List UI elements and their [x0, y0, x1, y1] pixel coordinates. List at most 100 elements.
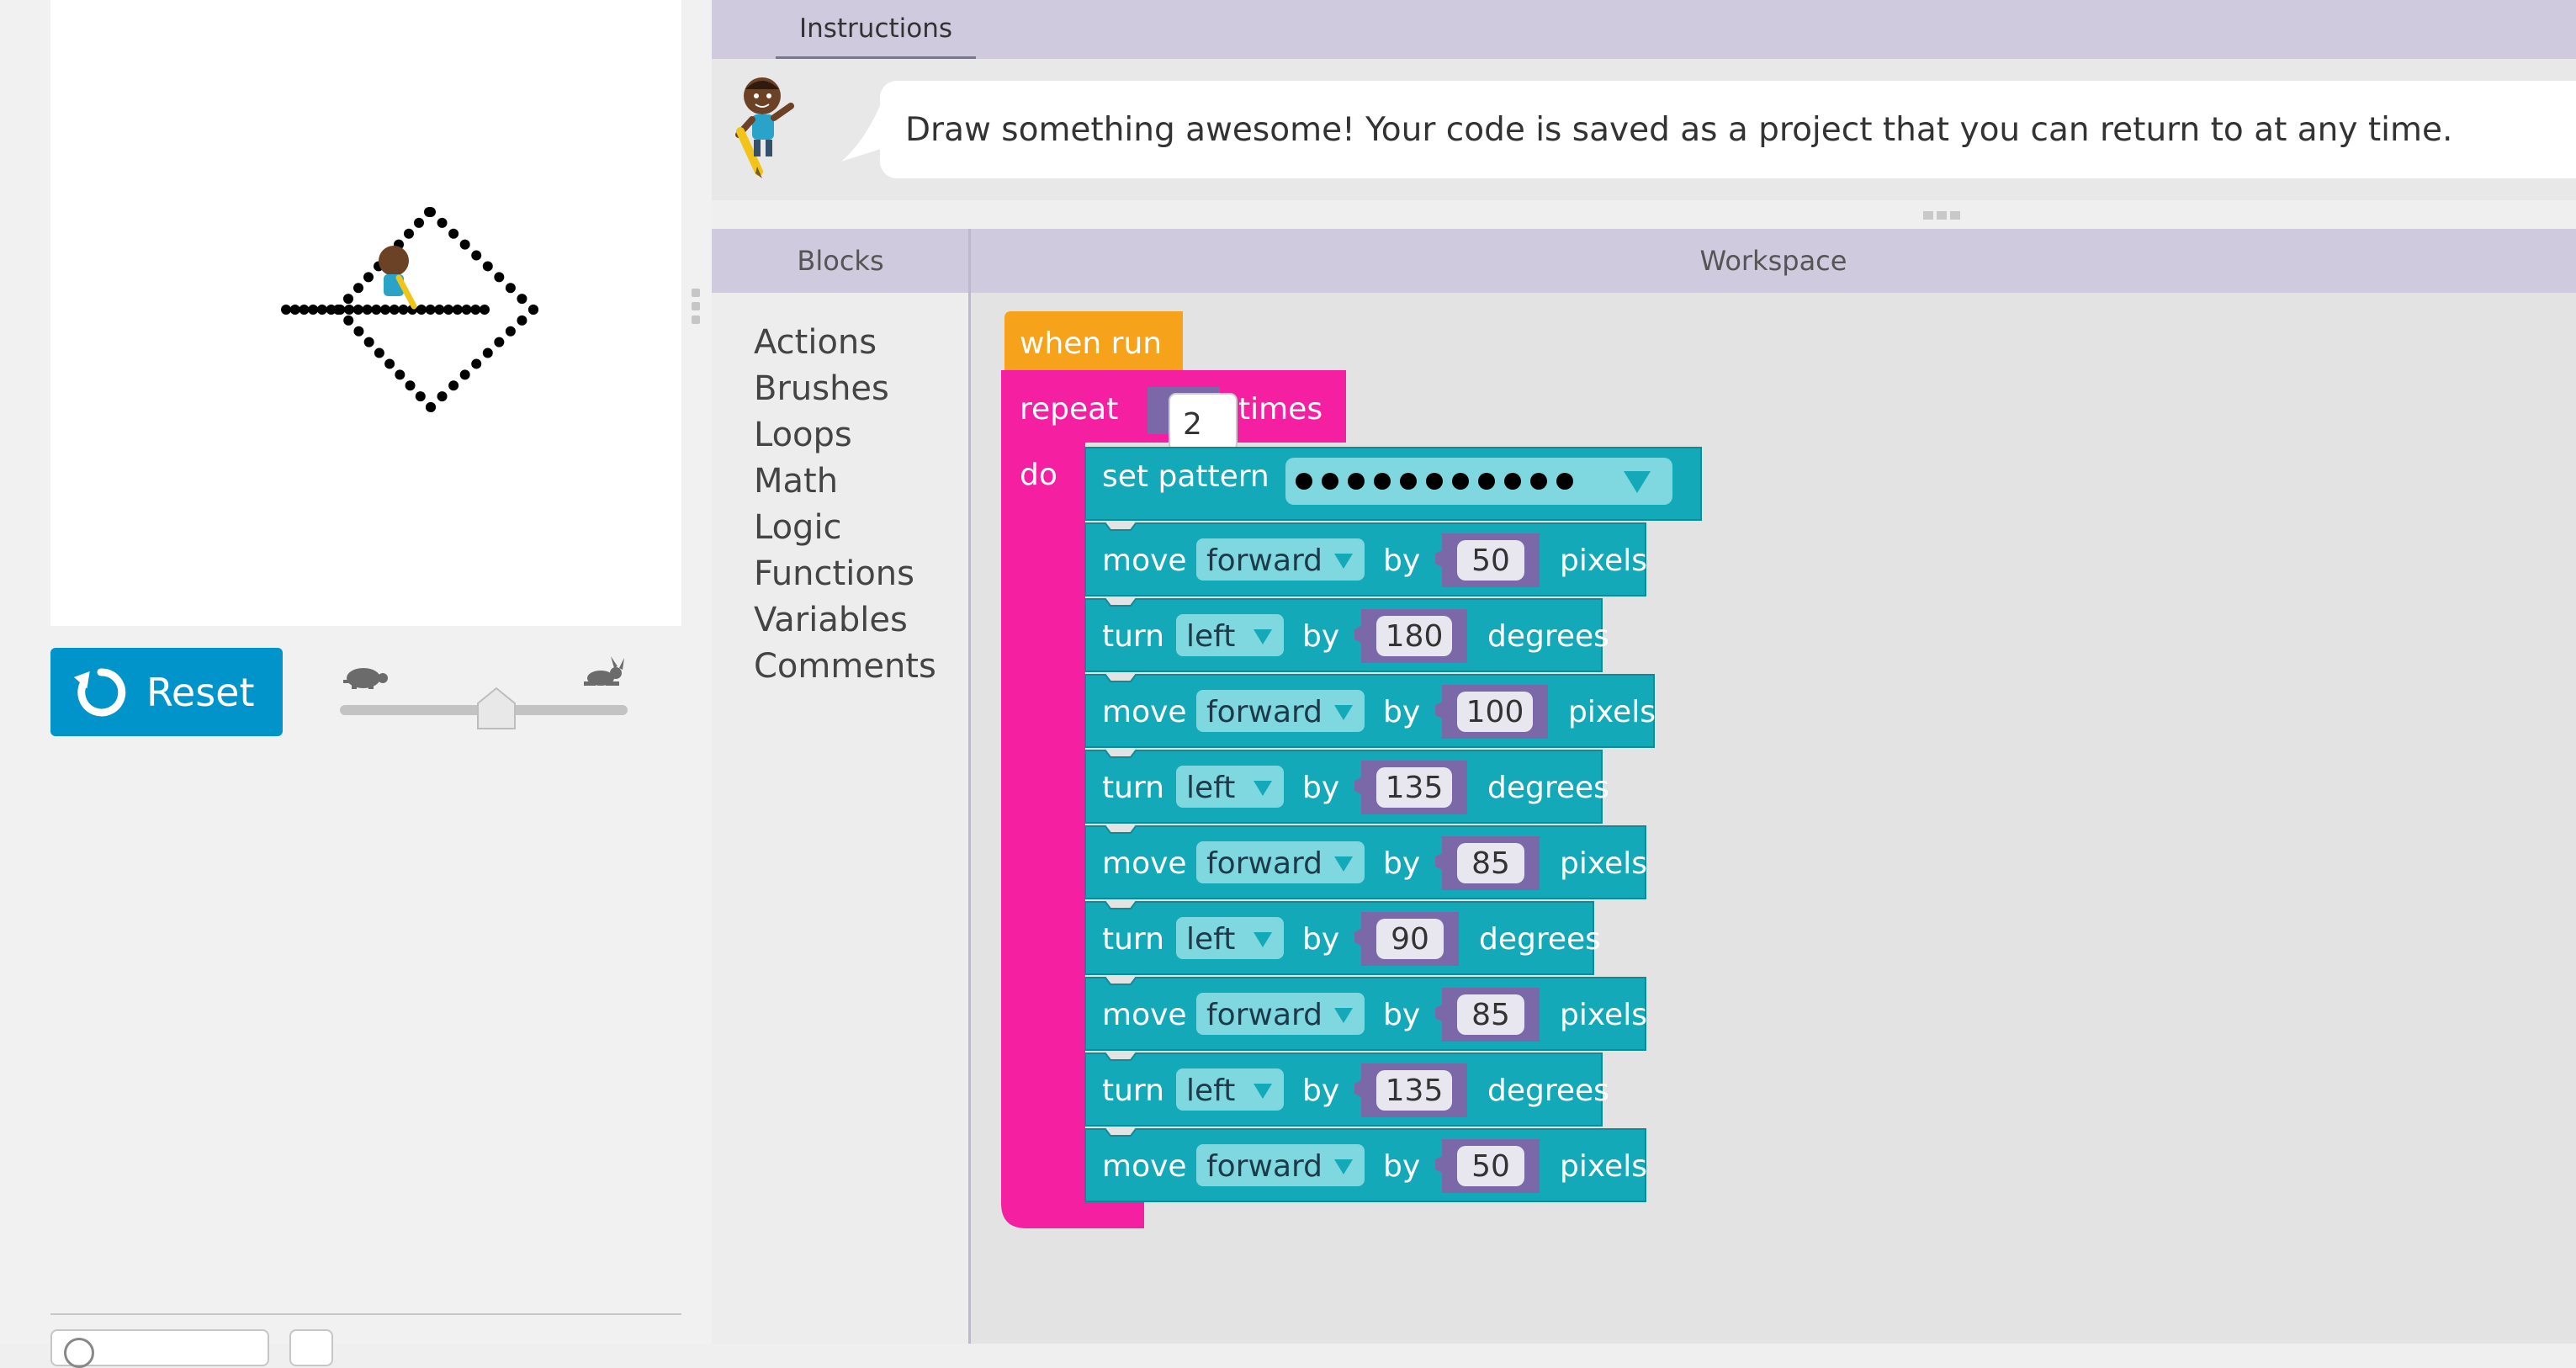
turn-block[interactable]: turn left by 180 degrees [1084, 598, 1609, 672]
speech-bubble-tail [841, 98, 883, 162]
pattern-dot [362, 305, 373, 315]
pattern-preview-dot [1400, 473, 1417, 490]
pattern-preview-dot [1348, 473, 1365, 490]
repeat-count-value[interactable]: 2 [1183, 407, 1202, 442]
dropdown-value: forward [1206, 695, 1322, 729]
block-verb: turn [1102, 771, 1164, 805]
panel-resize-handle[interactable] [690, 289, 702, 331]
tab-instructions[interactable]: Instructions [776, 0, 976, 59]
pattern-preview-dot [1530, 473, 1547, 490]
pattern-preview-dot [1452, 473, 1469, 490]
drawing-canvas [50, 0, 681, 626]
left-panel: Reset [0, 0, 712, 1368]
dropdown-value: left [1186, 619, 1235, 654]
move-block[interactable]: move forward by 85 pixels [1084, 825, 1647, 899]
number-value[interactable]: 135 [1386, 771, 1444, 805]
pattern-preview-dot [1556, 473, 1573, 490]
turn-block[interactable]: turn left by 135 degrees [1084, 1053, 1609, 1127]
number-value[interactable]: 90 [1391, 922, 1429, 957]
number-value[interactable]: 85 [1471, 846, 1510, 881]
pattern-dot [434, 305, 445, 315]
toolbox-category-loops[interactable]: Loops [754, 416, 852, 454]
pattern-dot [528, 305, 538, 315]
pattern-dot [494, 337, 505, 347]
pattern-dot [405, 380, 416, 391]
block-by-label: by [1383, 846, 1420, 881]
dropdown-value: forward [1206, 1149, 1322, 1184]
globe-icon [64, 1338, 94, 1368]
pattern-dot [425, 305, 436, 315]
pattern-dot [398, 305, 409, 315]
toolbox-category-logic[interactable]: Logic [754, 508, 842, 547]
pattern-dot [415, 391, 426, 402]
block-verb: move [1102, 1149, 1187, 1184]
move-block[interactable]: move forward by 85 pixels [1084, 977, 1647, 1051]
pattern-dot [482, 261, 493, 272]
repeat-label: repeat [1020, 392, 1118, 427]
repeat-do-label: do [1020, 458, 1057, 492]
toolbox-category-comments[interactable]: Comments [754, 647, 936, 686]
toolbox-category-variables[interactable]: Variables [754, 601, 908, 639]
pattern-dot [482, 347, 493, 358]
move-block[interactable]: move forward by 50 pixels [1084, 1128, 1647, 1202]
block-by-label: by [1302, 619, 1339, 654]
block-unit-label: pixels [1560, 846, 1647, 881]
block-unit-label: pixels [1560, 1149, 1647, 1184]
block-by-label: by [1302, 1074, 1339, 1108]
pattern-dot [316, 305, 327, 315]
block-verb: move [1102, 543, 1187, 578]
toolbox-category-functions[interactable]: Functions [754, 554, 914, 593]
repeat-count-editor[interactable]: 2 [1169, 393, 1238, 452]
toolbox-category-actions[interactable]: Actions [754, 323, 877, 362]
turn-block[interactable]: turn left by 135 degrees [1084, 750, 1609, 824]
block-by-label: by [1383, 695, 1420, 729]
pattern-dot [426, 402, 436, 412]
instructions-text: Draw something awesome! Your code is sav… [880, 81, 2576, 178]
number-value[interactable]: 85 [1471, 998, 1510, 1032]
pattern-dot [494, 272, 505, 283]
turtle-drawing [281, 207, 538, 412]
turtle-icon[interactable] [340, 661, 390, 690]
workspace: when run repeat times do 2 set pattern move for… [971, 293, 2576, 1344]
turn-block[interactable]: turn left by 90 degrees [1084, 901, 1601, 975]
set-pattern-block[interactable]: set pattern [1084, 447, 1702, 521]
footer-dropdown[interactable] [50, 1329, 269, 1368]
instructions-resize-handle[interactable] [1923, 207, 1964, 223]
pattern-preview-dot [1478, 473, 1495, 490]
block-verb: turn [1102, 619, 1164, 654]
number-value[interactable]: 50 [1471, 543, 1510, 578]
footer-help-button[interactable] [289, 1329, 333, 1366]
pattern-dot [443, 305, 454, 315]
move-block[interactable]: move forward by 50 pixels [1084, 522, 1647, 597]
when-run-block[interactable]: when run [1004, 311, 1183, 370]
number-value[interactable]: 135 [1386, 1074, 1444, 1108]
pattern-dot [461, 305, 472, 315]
pattern-dot [517, 294, 527, 305]
number-value[interactable]: 180 [1386, 619, 1444, 654]
pattern-dot [395, 369, 405, 380]
block-unit-label: degrees [1487, 1074, 1609, 1108]
block-by-label: by [1302, 922, 1339, 957]
pattern-preview-dot [1374, 473, 1391, 490]
toolbox-category-math[interactable]: Math [754, 462, 838, 501]
reset-button[interactable]: Reset [50, 648, 283, 736]
rabbit-icon[interactable] [580, 656, 633, 690]
move-block[interactable]: move forward by 100 pixels [1084, 674, 1656, 748]
dropdown-value: left [1186, 771, 1235, 805]
character-avatar [735, 77, 794, 178]
pattern-dot [281, 305, 291, 315]
speed-slider-thumb[interactable] [476, 687, 517, 730]
number-value[interactable]: 100 [1466, 695, 1524, 729]
toolbox-category-brushes[interactable]: Brushes [754, 369, 889, 408]
pattern-dot [459, 369, 470, 380]
block-unit-label: pixels [1568, 695, 1656, 729]
block-unit-label: degrees [1479, 922, 1601, 957]
number-value[interactable]: 50 [1471, 1149, 1510, 1184]
pattern-dot [380, 305, 390, 315]
pattern-dot [343, 315, 354, 326]
reset-icon [74, 667, 126, 716]
block-by-label: by [1383, 543, 1420, 578]
pattern-dot [374, 347, 384, 358]
block-by-label: by [1383, 1149, 1420, 1184]
dropdown-value: left [1186, 1074, 1235, 1108]
